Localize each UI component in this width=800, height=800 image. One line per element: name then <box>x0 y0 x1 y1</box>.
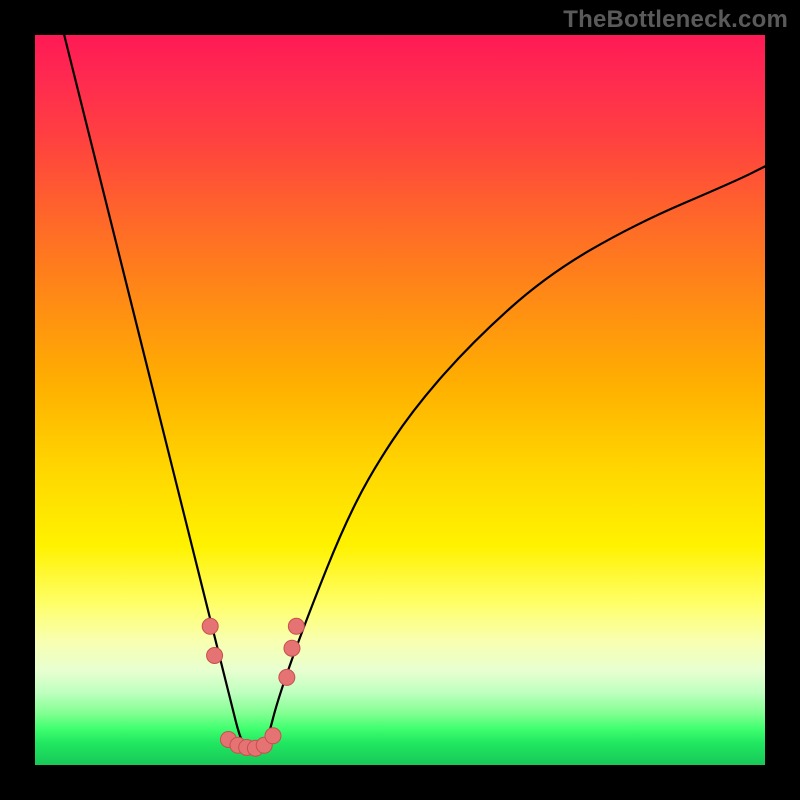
bottleneck-curve <box>64 35 765 750</box>
marker-point <box>288 618 304 634</box>
marker-point <box>284 640 300 656</box>
marker-point <box>265 728 281 744</box>
curve-markers <box>202 618 304 756</box>
marker-point <box>279 669 295 685</box>
chart-frame: TheBottleneck.com <box>0 0 800 800</box>
chart-overlay <box>35 35 765 765</box>
marker-point <box>207 648 223 664</box>
marker-point <box>202 618 218 634</box>
watermark-text: TheBottleneck.com <box>563 6 788 34</box>
plot-area <box>35 35 765 765</box>
